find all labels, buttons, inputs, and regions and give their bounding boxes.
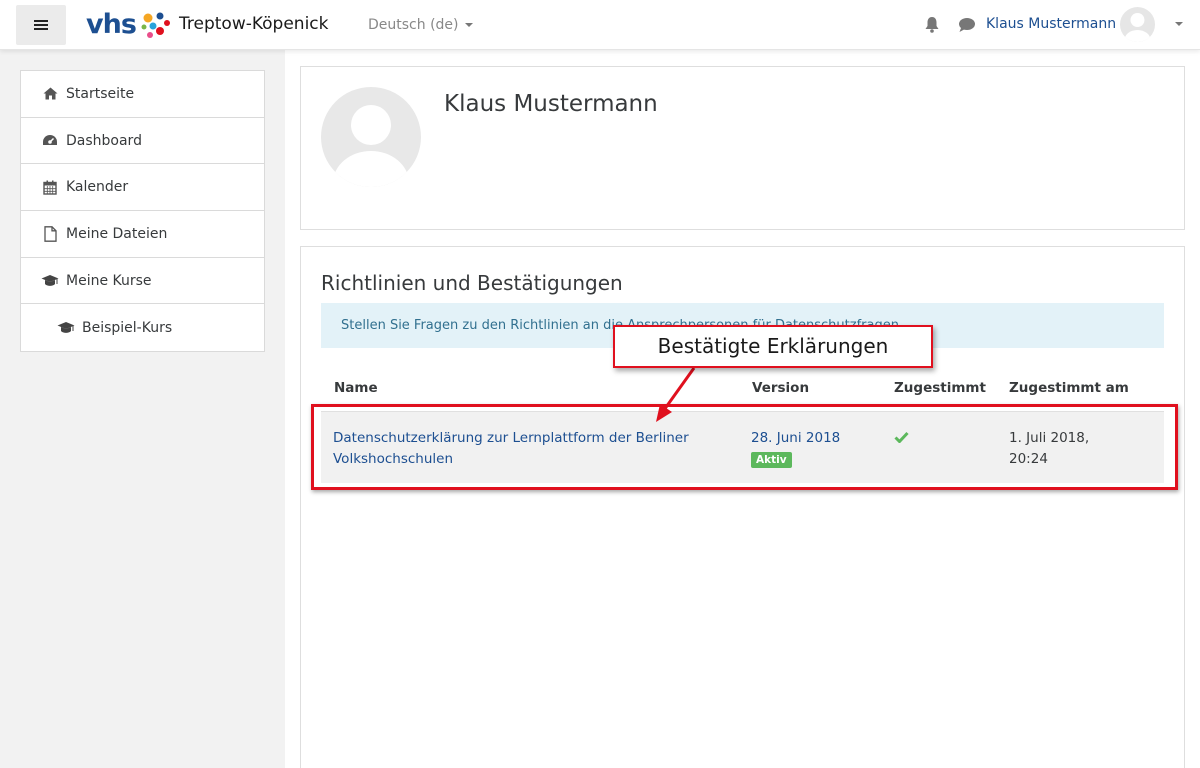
column-header-name[interactable]: Name <box>334 380 378 396</box>
chevron-down-icon <box>464 23 473 27</box>
sidebar-item-dashboard[interactable]: Dashboard <box>21 118 264 165</box>
file-icon <box>41 226 59 242</box>
profile-header-card: Klaus Mustermann <box>300 66 1185 230</box>
hamburger-icon <box>34 20 48 30</box>
language-label: Deutsch (de) <box>368 17 459 33</box>
user-menu-caret-icon[interactable] <box>1175 22 1183 26</box>
sidebar-item-beispiel-kurs[interactable]: Beispiel-Kurs <box>21 304 264 351</box>
sidebar-item-label: Meine Dateien <box>66 225 168 242</box>
dashboard-icon <box>41 133 59 149</box>
graduation-cap-icon <box>57 320 75 336</box>
annotation-callout: Bestätigte Erklärungen <box>613 325 933 368</box>
language-selector[interactable]: Deutsch (de) <box>368 16 473 34</box>
sidebar-item-label: Dashboard <box>66 132 142 149</box>
sidebar-nav: Startseite Dashboard Kalender Meine Date… <box>20 70 265 353</box>
sidebar-item-startseite[interactable]: Startseite <box>21 71 264 118</box>
user-menu-name[interactable]: Klaus Mustermann <box>986 15 1116 33</box>
annotation-highlight-box <box>311 404 1178 490</box>
menu-toggle-button[interactable] <box>16 5 66 45</box>
calendar-icon <box>41 179 59 195</box>
sidebar-item-meine-kurse[interactable]: Meine Kurse <box>21 258 264 305</box>
logo-text: vhs <box>86 9 137 40</box>
column-header-agreed[interactable]: Zugestimmt <box>894 380 986 396</box>
annotation-arrow-icon <box>656 367 696 422</box>
user-silhouette-icon <box>1124 13 1151 42</box>
graduation-cap-icon <box>41 273 59 289</box>
vhs-logo[interactable]: vhs <box>86 9 172 43</box>
sidebar-item-meine-dateien[interactable]: Meine Dateien <box>21 211 264 258</box>
column-header-agreed-on[interactable]: Zugestimmt am <box>1009 380 1129 396</box>
profile-name: Klaus Mustermann <box>444 91 658 117</box>
chat-icon[interactable] <box>958 17 976 33</box>
sidebar-item-kalender[interactable]: Kalender <box>21 164 264 212</box>
site-name[interactable]: Treptow-Köpenick <box>179 13 329 35</box>
home-icon <box>41 86 59 102</box>
logo-dots-icon <box>141 12 170 38</box>
sidebar-item-label: Kalender <box>66 179 129 196</box>
bell-icon[interactable] <box>924 16 940 33</box>
sidebar-item-label: Meine Kurse <box>66 272 152 289</box>
avatar[interactable] <box>1120 7 1155 42</box>
nav-drawer: Startseite Dashboard Kalender Meine Date… <box>0 50 285 768</box>
policies-title: Richtlinien und Bestätigungen <box>321 271 623 295</box>
sidebar-item-label: Beispiel-Kurs <box>82 319 173 336</box>
column-header-version[interactable]: Version <box>752 380 809 396</box>
top-navbar: vhs Treptow-Köpenick Deutsch (de) Klaus … <box>0 0 1200 50</box>
sidebar-item-label: Startseite <box>66 85 135 102</box>
user-silhouette-icon <box>333 105 409 187</box>
profile-avatar <box>321 87 421 187</box>
